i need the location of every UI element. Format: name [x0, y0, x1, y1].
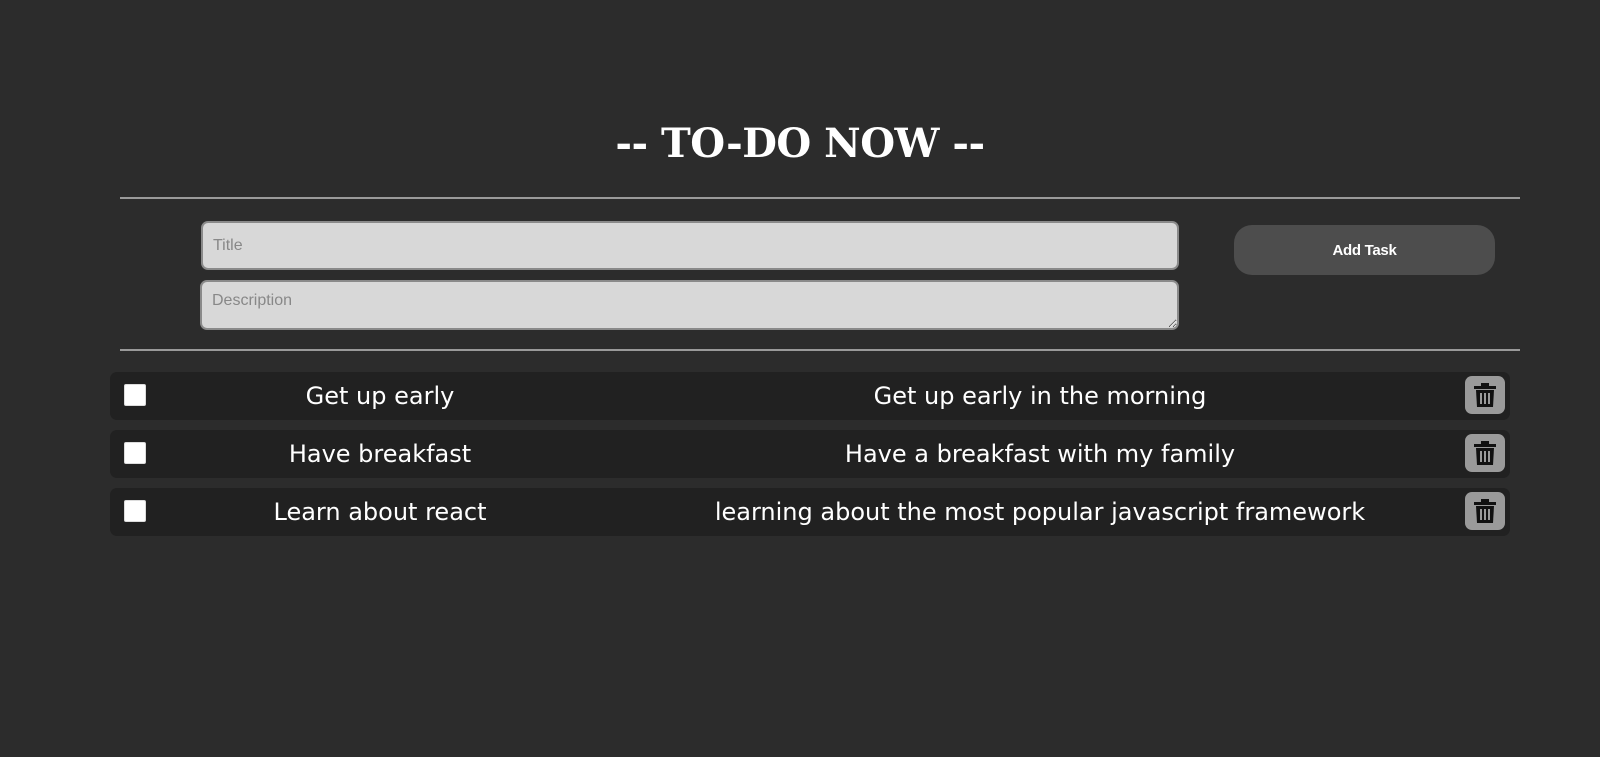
bottom-divider [120, 349, 1520, 351]
top-divider [120, 197, 1520, 199]
description-input[interactable] [200, 280, 1179, 330]
trash-icon [1474, 383, 1496, 407]
delete-task-button[interactable] [1465, 376, 1505, 414]
todo-app: -- TO-DO NOW -- Add Task Get up early Ge… [0, 0, 1600, 757]
task-row: Have breakfast Have a breakfast with my … [110, 430, 1510, 478]
add-task-button[interactable]: Add Task [1234, 225, 1495, 275]
task-list: Get up early Get up early in the morning [110, 372, 1510, 546]
trash-icon [1474, 499, 1496, 523]
task-checkbox[interactable] [124, 442, 146, 464]
trash-icon [1474, 441, 1496, 465]
title-input[interactable] [201, 221, 1179, 270]
task-row: Learn about react learning about the mos… [110, 488, 1510, 536]
task-title: Get up early [305, 382, 455, 410]
task-row: Get up early Get up early in the morning [110, 372, 1510, 420]
page-title: -- TO-DO NOW -- [615, 120, 985, 167]
task-checkbox[interactable] [124, 500, 146, 522]
delete-task-button[interactable] [1465, 434, 1505, 472]
task-description: Have a breakfast with my family [844, 440, 1236, 468]
task-description: learning about the most popular javascri… [714, 498, 1366, 526]
task-title: Learn about react [273, 498, 487, 526]
delete-task-button[interactable] [1465, 492, 1505, 530]
task-checkbox[interactable] [124, 384, 146, 406]
task-title: Have breakfast [288, 440, 472, 468]
task-description: Get up early in the morning [873, 382, 1207, 410]
